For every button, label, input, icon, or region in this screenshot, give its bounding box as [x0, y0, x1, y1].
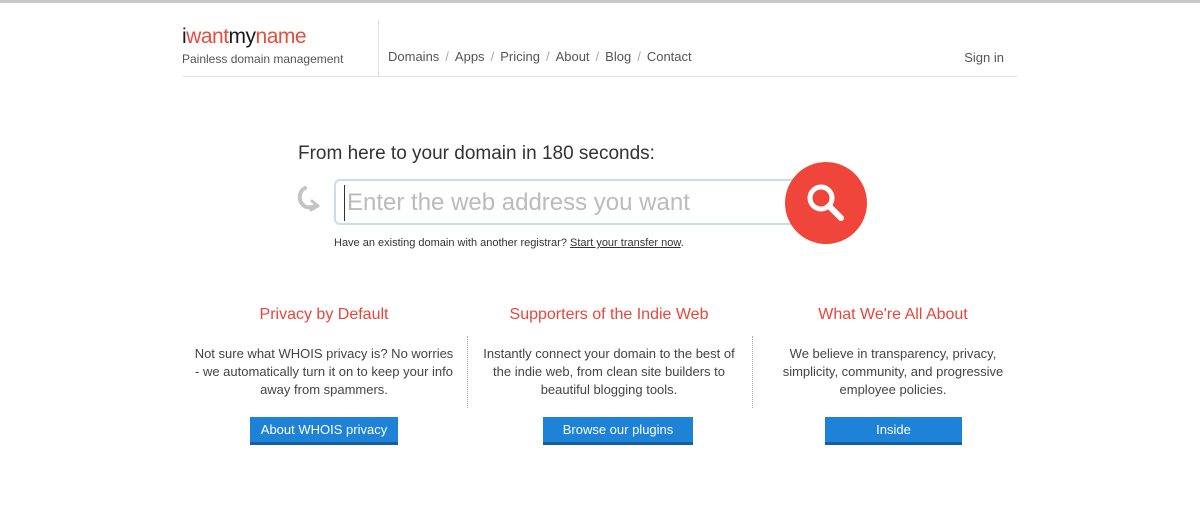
tagline: Painless domain management: [182, 52, 344, 66]
transfer-period: .: [680, 237, 684, 249]
top-border: [0, 0, 1200, 3]
feature-body: Instantly connect your domain to the bes…: [483, 346, 735, 397]
whois-privacy-button[interactable]: About WHOIS privacy: [250, 417, 398, 445]
nav-pricing[interactable]: Pricing: [500, 49, 540, 64]
logo-text-my: my: [228, 25, 257, 48]
main-nav: Domains / Apps / Pricing / About / Blog …: [388, 49, 692, 64]
nav-separator: /: [490, 49, 495, 64]
feature-privacy: Privacy by Default Not sure what WHOIS p…: [194, 305, 454, 399]
nav-contact[interactable]: Contact: [647, 49, 692, 64]
nav-blog[interactable]: Blog: [605, 49, 631, 64]
return-arrow-icon: [296, 186, 320, 212]
transfer-note: Have an existing domain with another reg…: [334, 237, 684, 249]
feature-about: What We're All About We believe in trans…: [763, 305, 1023, 399]
site-header: iwantmyname Painless domain management D…: [182, 20, 1018, 77]
nav-separator: /: [445, 49, 449, 64]
header-divider: [378, 20, 379, 76]
nav-apps[interactable]: Apps: [455, 49, 485, 64]
feature-title: What We're All About: [818, 306, 968, 323]
logo-text-want: want: [186, 25, 229, 48]
nav-separator: /: [545, 49, 550, 64]
search-box: [334, 179, 804, 225]
transfer-link[interactable]: Start your transfer now: [570, 237, 681, 249]
nav-domains[interactable]: Domains: [388, 49, 439, 64]
logo-text-name: name: [255, 25, 307, 48]
transfer-text: Have an existing domain with another reg…: [334, 237, 567, 249]
sign-in-link[interactable]: Sign in: [964, 50, 1004, 65]
domain-search-input[interactable]: [344, 185, 789, 221]
column-divider: [752, 336, 753, 408]
feature-body: We believe in transparency, privacy, sim…: [782, 346, 1004, 397]
browse-plugins-button[interactable]: Browse our plugins: [543, 417, 693, 445]
column-divider: [467, 336, 468, 408]
logo-link[interactable]: iwantmyname: [182, 25, 307, 48]
feature-title: Privacy by Default: [259, 306, 389, 323]
feature-title: Supporters of the Indie Web: [509, 306, 709, 323]
inside-company-button[interactable]: Inside iwantmyname: [825, 417, 962, 462]
feature-body: Not sure what WHOIS privacy is? No worri…: [194, 346, 454, 397]
nav-separator: /: [637, 49, 641, 64]
feature-indie-web: Supporters of the Indie Web Instantly co…: [479, 305, 739, 399]
search-button[interactable]: [785, 162, 867, 244]
hero-title: From here to your domain in 180 seconds:: [298, 143, 655, 164]
nav-about[interactable]: About: [556, 49, 590, 64]
nav-separator: /: [595, 49, 600, 64]
